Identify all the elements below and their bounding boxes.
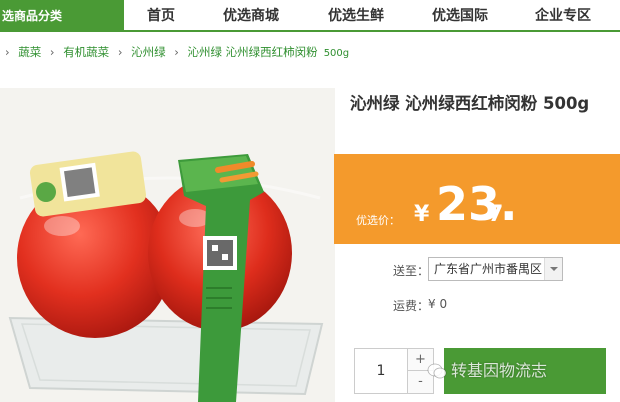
chevron-right-icon: › — [5, 45, 10, 59]
quantity-input[interactable]: 1 — [354, 348, 408, 394]
currency-symbol: ¥ — [414, 202, 430, 227]
price-decimal: 7 — [488, 202, 504, 227]
chevron-right-icon: › — [174, 45, 179, 59]
breadcrumb-vegetables[interactable]: 蔬菜 — [18, 44, 41, 60]
shipping-fee-label: 运费： — [393, 299, 430, 313]
nav-international[interactable]: 优选国际 — [432, 0, 488, 32]
breadcrumb: › 蔬菜 › 有机蔬菜 › 沁州绿 › 沁州绿 沁州绿西红柿闵粉 500g — [0, 44, 349, 62]
nav-fresh[interactable]: 优选生鲜 — [328, 0, 384, 32]
watermark-text: 转基因物流志 — [451, 361, 548, 380]
breadcrumb-current: 沁州绿 沁州绿西红柿闵粉 — [187, 45, 318, 59]
region-select[interactable]: 广东省广州市番禺区 — [428, 257, 563, 281]
breadcrumb-organic-vegetables[interactable]: 有机蔬菜 — [63, 44, 109, 60]
price-panel: 优选价： ¥ 23. 7 — [334, 154, 620, 244]
price-label: 优选价： — [356, 214, 400, 227]
chevron-right-icon: › — [49, 45, 55, 59]
breadcrumb-brand[interactable]: 沁州绿 — [131, 44, 166, 60]
nav-mall[interactable]: 优选商城 — [223, 0, 279, 32]
nav-home[interactable]: 首页 — [147, 0, 175, 32]
chevron-down-icon[interactable] — [544, 258, 562, 280]
top-navigation-bar: 选商品分类 首页 优选商城 优选生鲜 优选国际 企业专区 — [0, 0, 620, 32]
chevron-right-icon: › — [117, 45, 123, 59]
tomato-package-illustration — [0, 88, 335, 402]
watermark: 转基因物流志 — [427, 357, 605, 385]
product-category-menu[interactable]: 选商品分类 — [0, 0, 124, 32]
price-integer: 23. — [436, 177, 518, 231]
wechat-icon — [427, 363, 447, 379]
breadcrumb-weight: 500g — [323, 48, 350, 59]
nav-enterprise[interactable]: 企业专区 — [535, 0, 591, 32]
product-image[interactable] — [0, 88, 335, 402]
product-title: 沁州绿 沁州绿西红柿闵粉 500g — [350, 94, 590, 113]
ship-to-label: 送至： — [393, 264, 430, 278]
shipping-fee-value: ¥ 0 — [428, 297, 448, 311]
region-value: 广东省广州市番禺区 — [434, 262, 543, 276]
